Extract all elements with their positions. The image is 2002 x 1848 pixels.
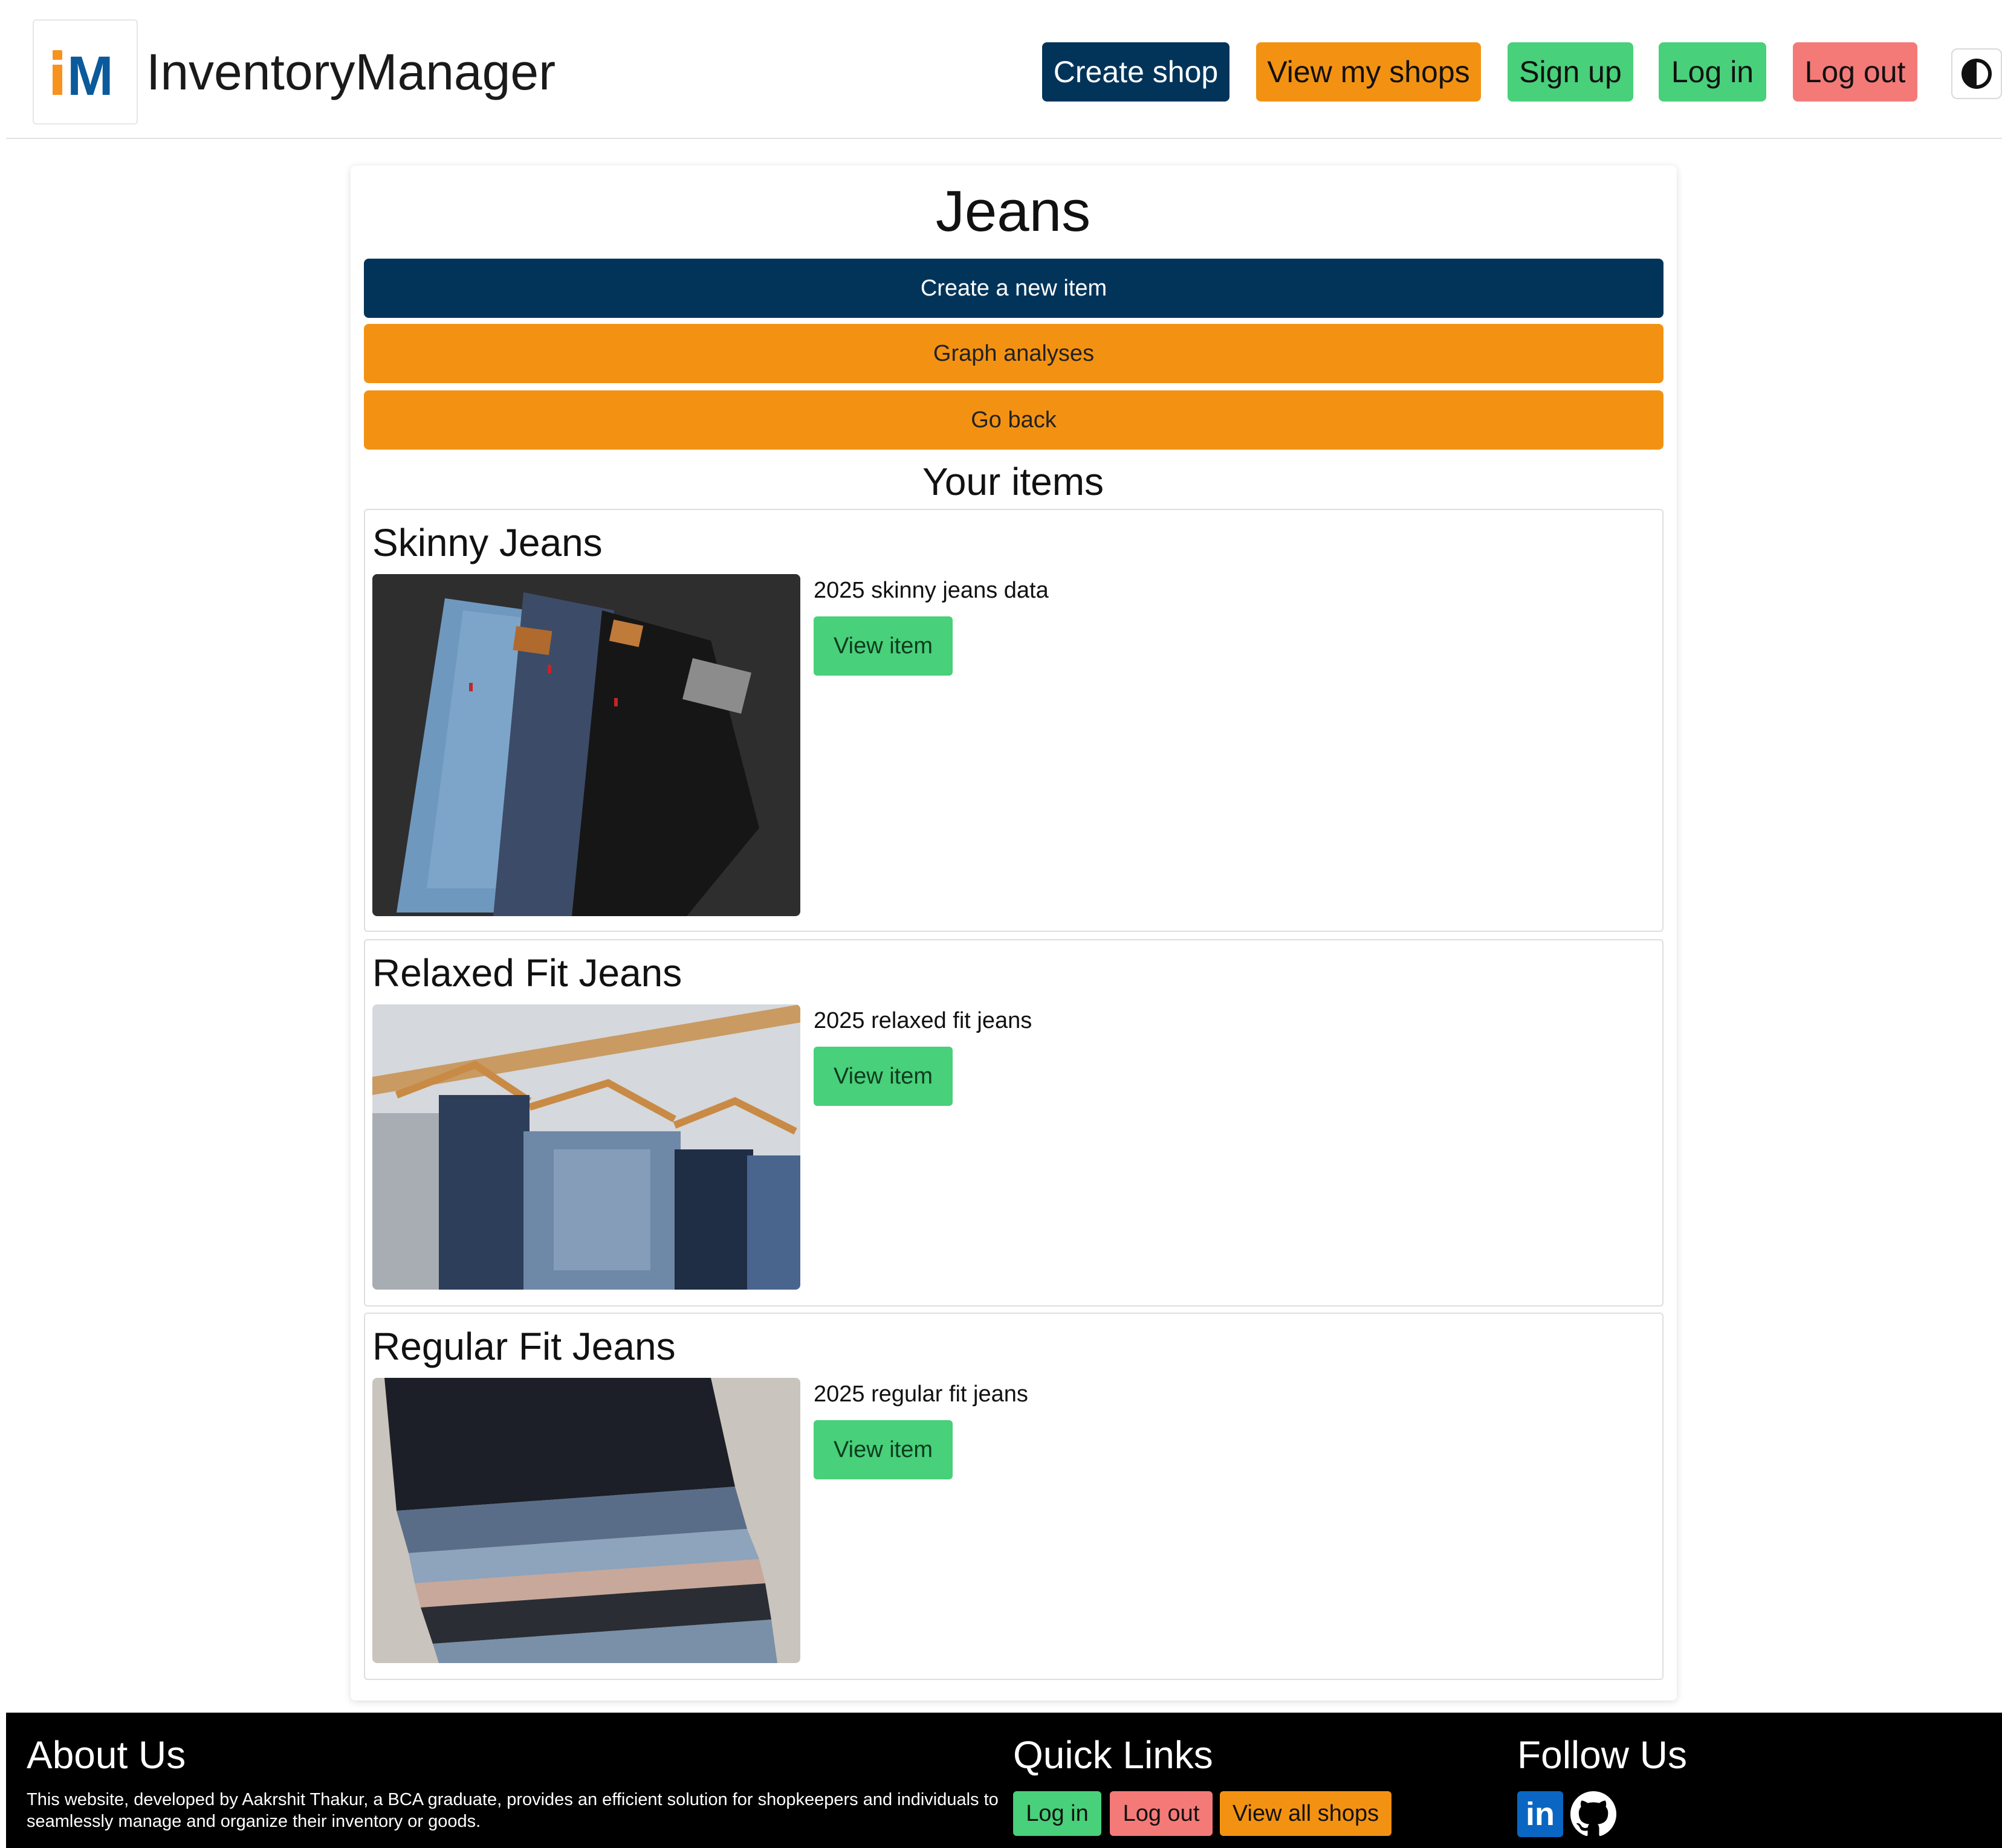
quick-links-title: Quick Links [1013, 1733, 1213, 1777]
go-back-button[interactable]: Go back [364, 390, 1663, 450]
item-name: Relaxed Fit Jeans [372, 951, 682, 995]
linkedin-icon[interactable]: in [1517, 1791, 1563, 1837]
contrast-icon [1962, 59, 1992, 89]
github-icon[interactable] [1570, 1791, 1616, 1837]
logo[interactable]: M [33, 19, 138, 124]
brand-name[interactable]: InventoryManager [146, 39, 556, 105]
sign-up-button[interactable]: Sign up [1508, 42, 1633, 102]
item-description: 2025 skinny jeans data [814, 578, 1049, 603]
view-my-shops-button[interactable]: View my shops [1256, 42, 1481, 102]
github-icon-graphic [1570, 1791, 1616, 1837]
view-item-button[interactable]: View item [814, 1420, 953, 1479]
relaxed-fit-jeans-image [372, 1004, 800, 1290]
item-description: 2025 relaxed fit jeans [814, 1008, 1032, 1033]
site-footer: About Us This website, developed by Aakr… [6, 1713, 2002, 1848]
site-header: M InventoryManager Create shop View my s… [6, 0, 2002, 139]
create-item-button[interactable]: Create a new item [364, 259, 1663, 318]
regular-fit-jeans-image [372, 1378, 800, 1663]
logo-letter: M [67, 48, 114, 96]
about-title: About Us [27, 1733, 186, 1777]
item-name: Skinny Jeans [372, 521, 603, 564]
log-out-button[interactable]: Log out [1793, 42, 1917, 102]
graph-analyses-button[interactable]: Graph analyses [364, 324, 1663, 383]
view-item-button[interactable]: View item [814, 1047, 953, 1106]
footer-log-in-button[interactable]: Log in [1013, 1791, 1101, 1836]
footer-log-out-button[interactable]: Log out [1110, 1791, 1213, 1836]
theme-toggle-button[interactable] [1951, 48, 2002, 99]
item-card: Relaxed Fit Jeans 2025 relaxed fit jeans… [364, 939, 1663, 1307]
page-title: Jeans [935, 179, 1091, 244]
view-item-button[interactable]: View item [814, 616, 953, 676]
item-card: Skinny Jeans 2025 skinny jeans data View… [364, 509, 1663, 932]
logo-mark: M [53, 48, 114, 96]
item-card: Regular Fit Jeans 2025 regular fit jeans… [364, 1313, 1663, 1680]
item-name: Regular Fit Jeans [372, 1325, 676, 1368]
skinny-jeans-image [372, 574, 800, 916]
create-shop-button[interactable]: Create shop [1042, 42, 1229, 102]
follow-us-title: Follow Us [1517, 1733, 1687, 1777]
footer-view-all-shops-button[interactable]: View all shops [1220, 1791, 1391, 1836]
section-title: Your items [922, 460, 1104, 503]
about-text: This website, developed by Aakrshit Thak… [27, 1790, 999, 1831]
item-description: 2025 regular fit jeans [814, 1381, 1028, 1407]
log-in-button[interactable]: Log in [1659, 42, 1766, 102]
